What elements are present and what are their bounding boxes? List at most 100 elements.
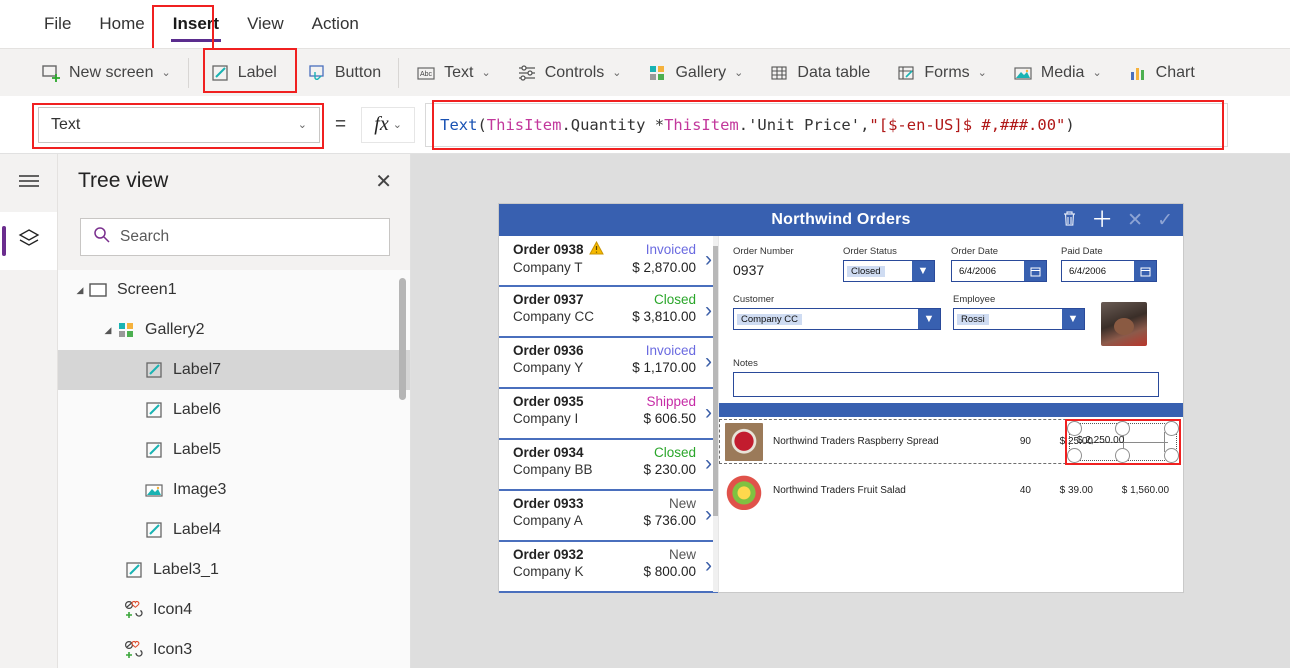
customer-dropdown[interactable]: Company CC ▼ xyxy=(733,308,941,330)
tree-view-panel: Tree view ✕ Search ◢ Screen1 ◢ Gallery2 … xyxy=(58,154,411,668)
hamburger-button[interactable] xyxy=(0,154,57,212)
ribbon-controls-button[interactable]: Controls ⌄ xyxy=(504,49,635,97)
twisty-icon[interactable]: ◢ xyxy=(72,285,88,296)
field-employee[interactable]: Employee Rossi ▼ xyxy=(953,294,1093,346)
field-order-status[interactable]: Order Status Closed ▼ xyxy=(843,246,951,282)
app-preview-frame[interactable]: Northwind Orders ＋ ✕ ✓ Order 0938 Invoic… xyxy=(499,204,1183,593)
tree-node-label4[interactable]: Label4 xyxy=(58,510,410,550)
chevron-down-icon[interactable]: ⌄ xyxy=(612,66,621,79)
tree-node-label5[interactable]: Label5 xyxy=(58,430,410,470)
order-date-picker[interactable]: 6/4/2006 xyxy=(951,260,1047,282)
order-row[interactable]: Order 0936 Invoiced Company Y $ 1,170.00… xyxy=(499,338,718,389)
chevron-right-icon[interactable]: › xyxy=(705,503,712,527)
order-company: Company CC xyxy=(513,309,595,324)
chevron-right-icon[interactable]: › xyxy=(705,452,712,476)
chevron-right-icon[interactable]: › xyxy=(705,401,712,425)
chevron-down-icon[interactable]: ⌄ xyxy=(481,66,490,79)
order-row[interactable]: Order 0933 New Company A $ 736.00 › xyxy=(499,491,718,542)
tree-scrollbar[interactable] xyxy=(399,278,406,400)
order-number: Order 0935 xyxy=(513,394,584,409)
tree-node-screen1[interactable]: ◢ Screen1 xyxy=(58,270,410,310)
tree-node-label6[interactable]: Label6 xyxy=(58,390,410,430)
order-row[interactable]: Order 0937 Closed Company CC $ 3,810.00 … xyxy=(499,287,718,338)
hamburger-icon xyxy=(17,172,41,195)
ribbon-new-screen-button[interactable]: New screen ⌄ xyxy=(28,49,184,97)
chevron-down-icon[interactable]: ▼ xyxy=(918,309,940,329)
app-canvas[interactable]: Northwind Orders ＋ ✕ ✓ Order 0938 Invoic… xyxy=(411,154,1290,668)
selected-label-control[interactable]: $ 2,250.00 xyxy=(1065,419,1181,465)
ribbon-media-button[interactable]: Media ⌄ xyxy=(1000,49,1115,97)
formula-token-string: "[$-en-US]$ #,###.00" xyxy=(869,115,1066,134)
field-order-date[interactable]: Order Date 6/4/2006 xyxy=(951,246,1061,282)
active-indicator xyxy=(2,226,6,256)
chart-icon xyxy=(1128,63,1148,83)
order-status: Closed xyxy=(653,445,696,460)
chevron-right-icon[interactable]: › xyxy=(705,248,712,272)
order-row[interactable]: Order 0935 Shipped Company I $ 606.50 › xyxy=(499,389,718,440)
tree-view-rail-button[interactable] xyxy=(0,212,57,270)
chevron-down-icon[interactable]: ⌄ xyxy=(978,66,987,79)
ribbon-data-table-button[interactable]: Data table xyxy=(756,49,883,97)
menu-item-file[interactable]: File xyxy=(30,8,85,40)
controls-icon xyxy=(517,63,537,83)
chevron-right-icon[interactable]: › xyxy=(705,350,712,374)
add-icon[interactable]: ＋ xyxy=(1091,209,1113,231)
search-input[interactable]: Search xyxy=(80,218,390,256)
line-item-row[interactable]: Northwind Traders Fruit Salad 40 $ 39.00… xyxy=(719,466,1183,515)
chevron-down-icon[interactable]: ⌄ xyxy=(161,66,170,79)
tree-node-gallery2[interactable]: ◢ Gallery2 xyxy=(58,310,410,350)
fx-button[interactable]: fx ⌄ xyxy=(361,106,416,143)
notes-input[interactable] xyxy=(733,372,1159,397)
chevron-down-icon[interactable]: ⌄ xyxy=(1092,66,1101,79)
order-row[interactable]: Order 0932 New Company K $ 800.00 › xyxy=(499,542,718,593)
tree-node-icon3[interactable]: Icon3 xyxy=(58,630,410,668)
ribbon-gallery-button[interactable]: Gallery ⌄ xyxy=(634,49,756,97)
chevron-down-icon[interactable]: ▼ xyxy=(912,261,934,281)
order-row[interactable]: Order 0938 Invoiced Company T $ 2,870.00 xyxy=(499,236,718,287)
menu-item-home[interactable]: Home xyxy=(85,8,158,40)
property-dropdown[interactable]: Text ⌄ xyxy=(38,106,320,143)
line-item-row[interactable]: Northwind Traders Raspberry Spread 90 $ … xyxy=(719,417,1183,466)
formula-token-obj1: ThisItem xyxy=(486,115,562,134)
chevron-down-icon[interactable]: ⌄ xyxy=(298,118,307,131)
employee-avatar xyxy=(1101,302,1147,346)
field-customer[interactable]: Customer Company CC ▼ xyxy=(733,294,953,346)
ribbon-button-button[interactable]: Button xyxy=(294,49,394,97)
formula-input[interactable]: Text ( ThisItem .Quantity * ThisItem .'U… xyxy=(425,102,1228,147)
field-notes[interactable]: Notes xyxy=(733,358,1171,397)
ribbon-chart-button[interactable]: Chart xyxy=(1115,49,1208,97)
formula-bar-row: Text ⌄ = fx ⌄ Text ( ThisItem .Quantity … xyxy=(0,96,1290,154)
close-icon[interactable]: ✕ xyxy=(375,169,392,194)
calendar-icon[interactable] xyxy=(1134,261,1156,281)
tree-node-label7[interactable]: Label7 xyxy=(58,350,410,390)
menu-item-insert[interactable]: Insert xyxy=(159,8,233,42)
trash-icon[interactable] xyxy=(1062,210,1077,231)
orders-gallery[interactable]: Order 0938 Invoiced Company T $ 2,870.00 xyxy=(499,236,719,593)
ribbon-forms-button[interactable]: Forms ⌄ xyxy=(883,49,1000,97)
chevron-down-icon[interactable]: ⌄ xyxy=(734,66,743,79)
employee-dropdown[interactable]: Rossi ▼ xyxy=(953,308,1085,330)
menu-item-action[interactable]: Action xyxy=(298,8,373,40)
gallery-scrollbar[interactable] xyxy=(713,236,718,592)
menu-item-view[interactable]: View xyxy=(233,8,298,40)
ribbon-label-button[interactable]: Label xyxy=(193,49,294,97)
tree-node-list[interactable]: ◢ Screen1 ◢ Gallery2 Label7 Label6 Label… xyxy=(58,270,410,668)
app-header: Northwind Orders ＋ ✕ ✓ xyxy=(499,204,1183,236)
chevron-right-icon[interactable]: › xyxy=(705,554,712,578)
warning-icon xyxy=(588,240,604,258)
calendar-icon[interactable] xyxy=(1024,261,1046,281)
ribbon-label-text: Label xyxy=(237,63,277,81)
new-screen-icon xyxy=(41,63,61,83)
order-row[interactable]: Order 0934 Closed Company BB $ 230.00 › xyxy=(499,440,718,491)
chevron-down-icon[interactable]: ⌄ xyxy=(393,118,402,131)
twisty-icon[interactable]: ◢ xyxy=(100,325,116,336)
tree-node-image3[interactable]: Image3 xyxy=(58,470,410,510)
order-status-dropdown[interactable]: Closed ▼ xyxy=(843,260,935,282)
paid-date-picker[interactable]: 6/4/2006 xyxy=(1061,260,1157,282)
field-paid-date[interactable]: Paid Date 6/4/2006 xyxy=(1061,246,1171,282)
chevron-down-icon[interactable]: ▼ xyxy=(1062,309,1084,329)
ribbon-text-button[interactable]: Abc Text ⌄ xyxy=(403,49,504,97)
tree-node-label3-1[interactable]: Label3_1 xyxy=(58,550,410,590)
tree-node-icon4[interactable]: Icon4 xyxy=(58,590,410,630)
chevron-right-icon[interactable]: › xyxy=(705,299,712,323)
